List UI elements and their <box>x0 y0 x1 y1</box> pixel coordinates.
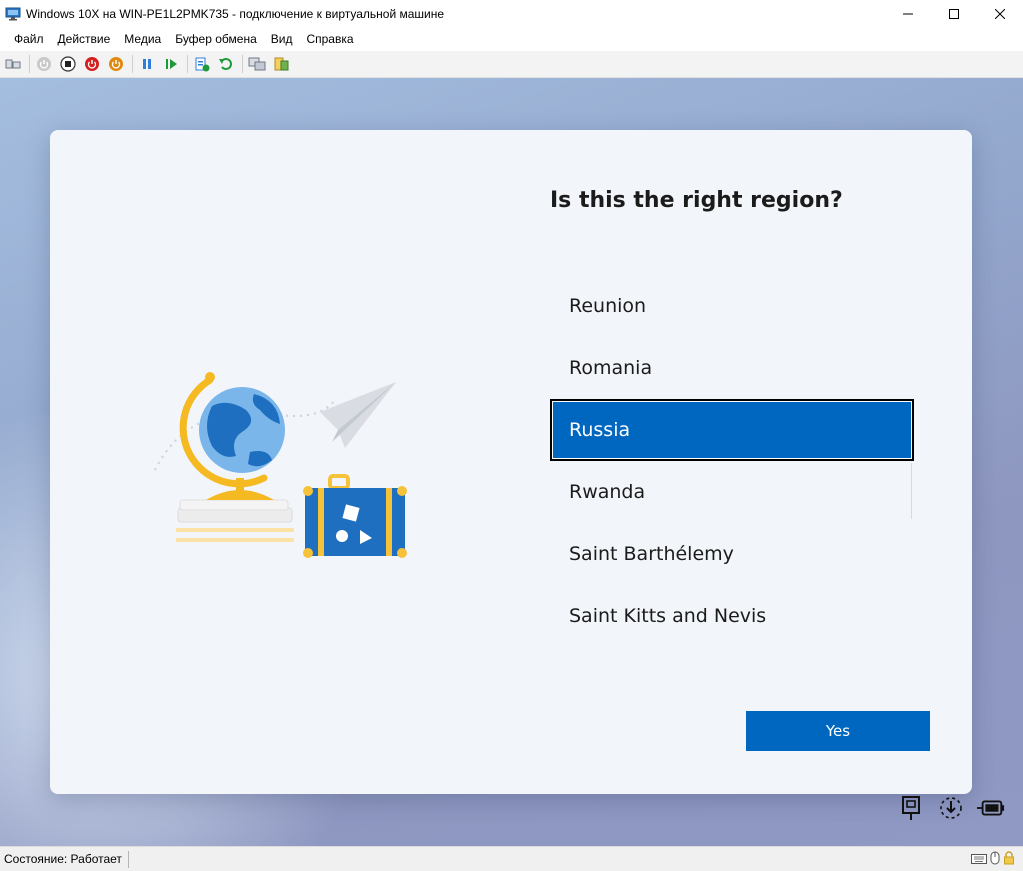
yes-button[interactable]: Yes <box>746 711 930 751</box>
vm-system-icons <box>897 794 1005 822</box>
toolbar <box>0 51 1023 78</box>
vm-connect-icon <box>5 7 21 21</box>
keyboard-icon <box>971 852 987 870</box>
lock-icon <box>1003 851 1015 870</box>
list-scrollbar[interactable] <box>911 463 912 519</box>
minimize-button[interactable] <box>885 0 931 27</box>
resume-icon[interactable] <box>161 54 181 74</box>
power-icon[interactable] <box>977 794 1005 822</box>
page-title: Is this the right region? <box>550 188 843 213</box>
menu-clipboard[interactable]: Буфер обмена <box>168 32 264 46</box>
menu-file[interactable]: Файл <box>7 32 51 46</box>
pause-icon[interactable] <box>137 54 157 74</box>
turn-off-icon[interactable] <box>58 54 78 74</box>
maximize-button[interactable] <box>931 0 977 27</box>
toolbar-separator <box>29 55 30 73</box>
toolbar-separator <box>132 55 133 73</box>
menu-view[interactable]: Вид <box>264 32 300 46</box>
start-icon[interactable] <box>34 54 54 74</box>
region-item-selected[interactable]: Russia <box>550 399 914 461</box>
revert-icon[interactable] <box>216 54 236 74</box>
enhanced-session-icon[interactable] <box>247 54 267 74</box>
ctrl-alt-del-icon[interactable] <box>3 54 23 74</box>
close-button[interactable] <box>977 0 1023 27</box>
region-item[interactable]: Romania <box>550 337 914 399</box>
checkpoint-icon[interactable] <box>192 54 212 74</box>
window-title: Windows 10X на WIN-PE1L2PMK735 - подключ… <box>26 6 445 21</box>
ease-of-access-icon[interactable] <box>937 794 965 822</box>
toolbar-separator <box>242 55 243 73</box>
save-icon[interactable] <box>106 54 126 74</box>
vm-screen[interactable]: Is this the right region? Reunion Romani… <box>0 78 1023 846</box>
region-item[interactable]: Reunion <box>550 275 914 337</box>
network-icon[interactable] <box>897 794 925 822</box>
title-bar: Windows 10X на WIN-PE1L2PMK735 - подключ… <box>0 0 1023 27</box>
menu-help[interactable]: Справка <box>299 32 360 46</box>
region-item[interactable]: Rwanda <box>550 461 914 523</box>
globe-travel-illustration <box>154 372 407 558</box>
region-list[interactable]: Reunion Romania Russia Rwanda Saint Bart… <box>550 275 914 647</box>
mouse-icon <box>990 851 1000 870</box>
region-item[interactable]: Saint Kitts and Nevis <box>550 585 914 647</box>
oobe-card: Is this the right region? Reunion Romani… <box>50 130 972 794</box>
region-item[interactable]: Saint Barthélemy <box>550 523 914 585</box>
menu-action[interactable]: Действие <box>51 32 118 46</box>
toolbar-separator <box>187 55 188 73</box>
share-icon[interactable] <box>271 54 291 74</box>
menu-bar: Файл Действие Медиа Буфер обмена Вид Спр… <box>0 27 1023 51</box>
shutdown-icon[interactable] <box>82 54 102 74</box>
status-bar: Состояние: Работает <box>0 846 1023 871</box>
menu-media[interactable]: Медиа <box>117 32 168 46</box>
vm-status: Состояние: Работает <box>0 850 129 868</box>
